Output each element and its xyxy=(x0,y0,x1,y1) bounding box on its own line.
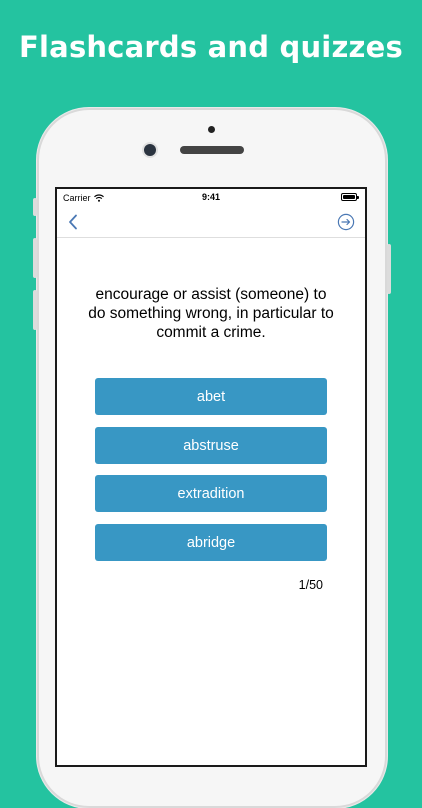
power-button xyxy=(387,244,391,294)
status-time: 9:41 xyxy=(201,192,220,202)
promo-headline: Flashcards and quizzes xyxy=(19,30,403,64)
chevron-left-icon xyxy=(69,214,77,230)
progress-counter: 1/50 xyxy=(298,578,323,592)
battery-icon xyxy=(341,193,359,201)
battery-level xyxy=(343,195,355,199)
volume-down-button xyxy=(33,290,37,330)
mute-switch xyxy=(33,198,37,216)
definition-text: encourage or assist (someone) to do some… xyxy=(88,286,334,341)
answer-option-3[interactable]: extradition xyxy=(95,475,327,512)
volume-up-button xyxy=(33,238,37,278)
proximity-sensor xyxy=(208,126,215,133)
back-button[interactable] xyxy=(63,211,83,233)
answer-option-4[interactable]: abridge xyxy=(95,524,327,561)
app-screen: Carrier 9:41 encourage or assist (someon… xyxy=(55,187,367,767)
answer-option-2[interactable]: abstruse xyxy=(95,427,327,464)
status-bar: Carrier 9:41 xyxy=(57,189,365,207)
answer-option-1[interactable]: abet xyxy=(95,378,327,415)
next-card-button[interactable] xyxy=(337,213,355,231)
arrow-circle-right-icon xyxy=(337,213,355,231)
navigation-bar xyxy=(57,207,365,238)
earpiece-speaker xyxy=(180,146,244,154)
front-camera xyxy=(144,144,156,156)
phone-frame: Carrier 9:41 encourage or assist (someon… xyxy=(33,108,391,808)
